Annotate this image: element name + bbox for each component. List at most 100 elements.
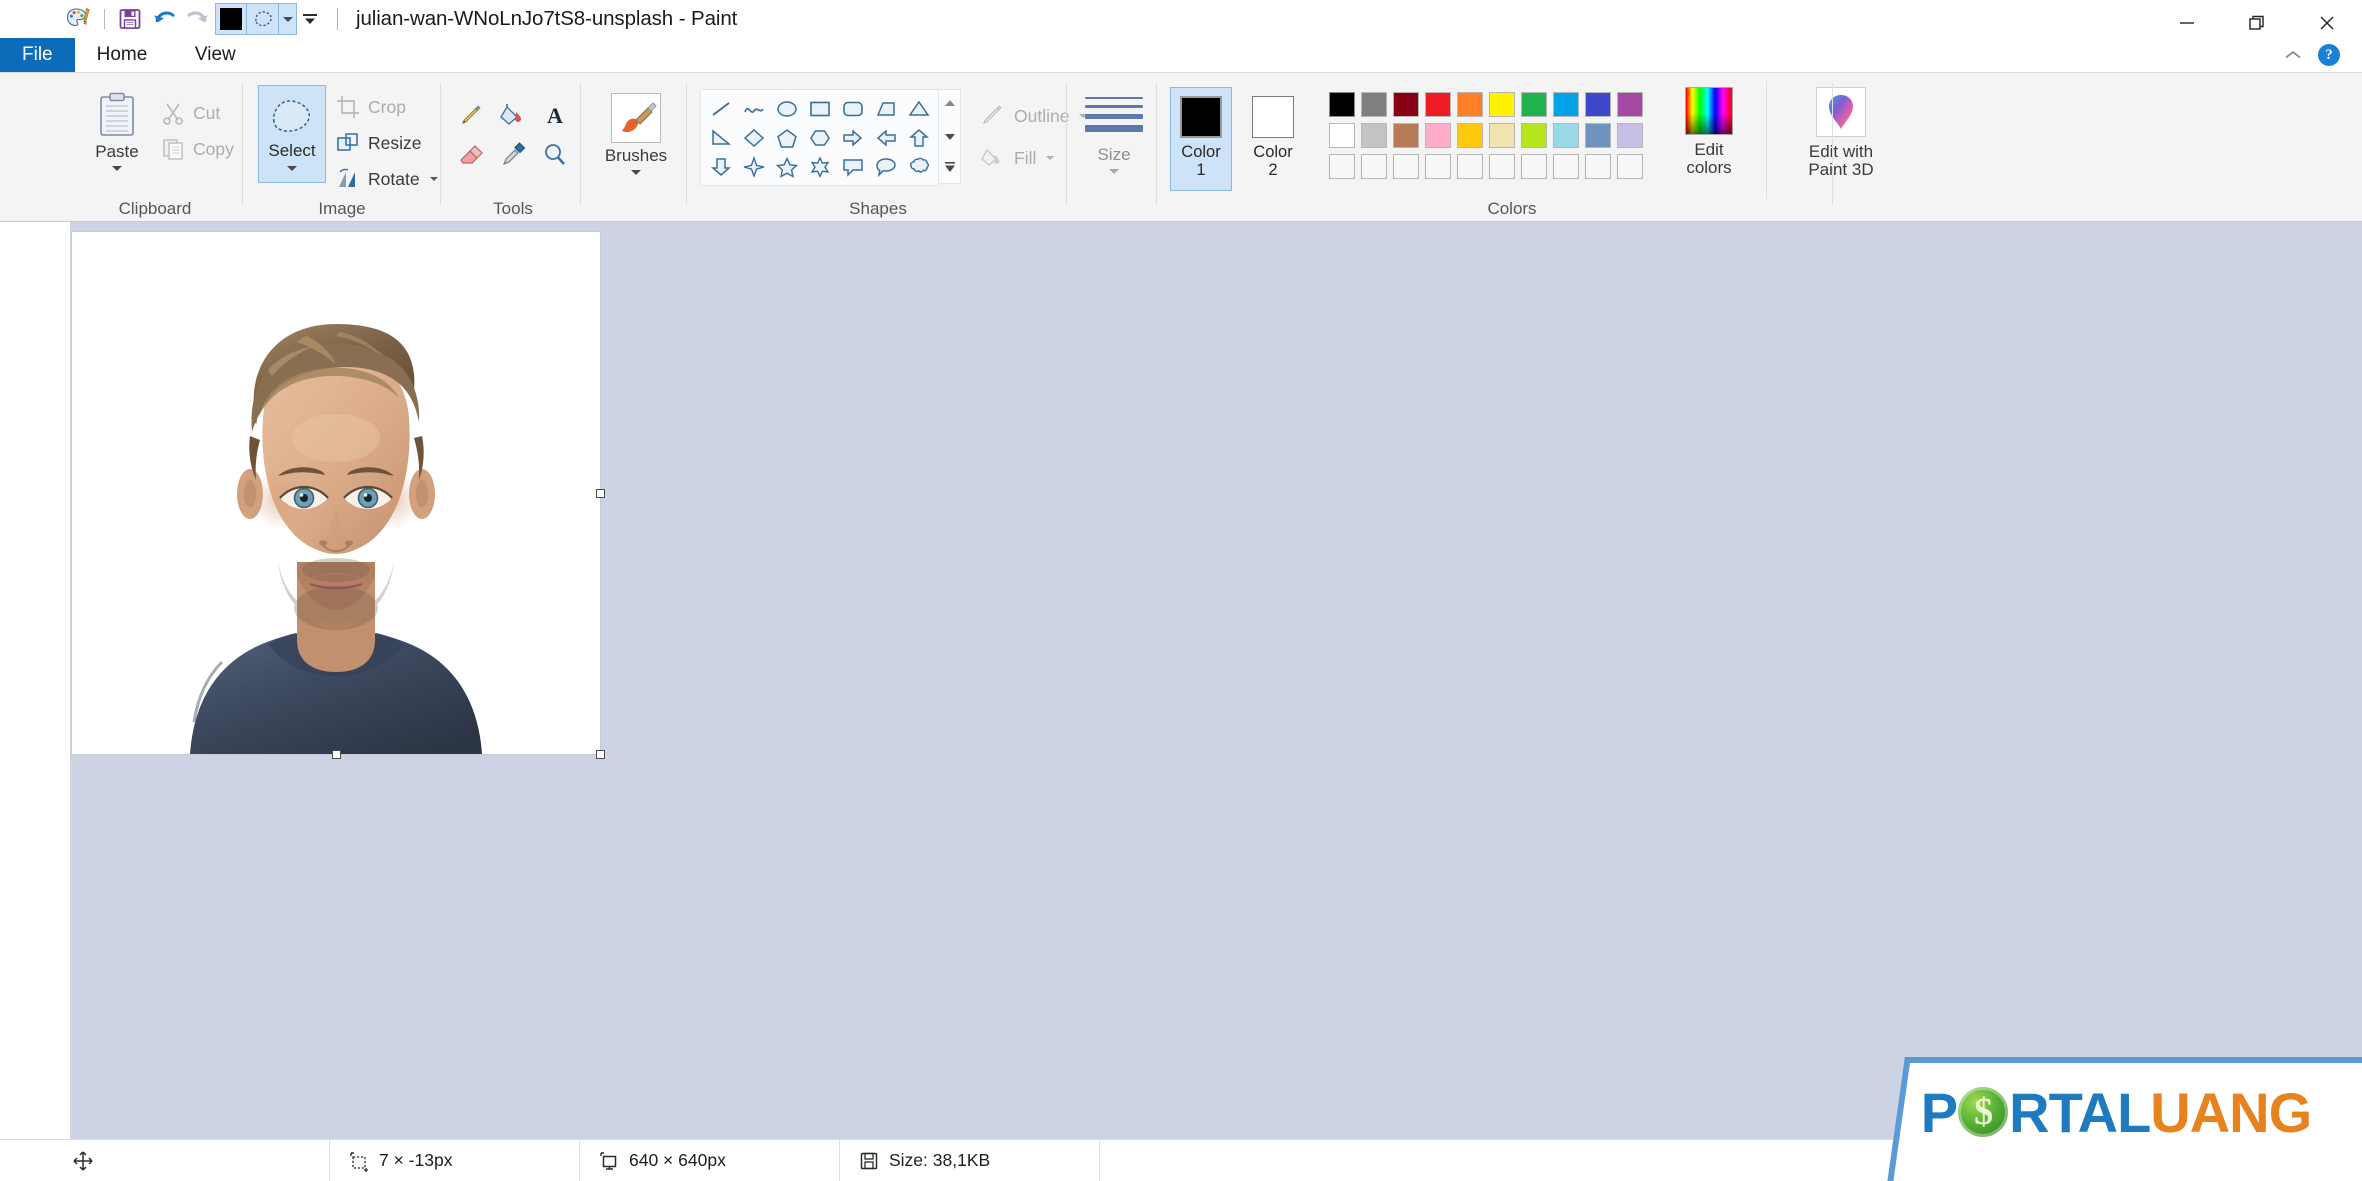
palette-swatch[interactable] [1358, 120, 1390, 151]
shapes-scroll-more-icon[interactable] [944, 160, 956, 178]
help-icon[interactable]: ? [2318, 44, 2340, 66]
shape-pentagon[interactable] [770, 123, 803, 152]
palette-swatch[interactable] [1454, 89, 1486, 120]
palette-swatch[interactable] [1454, 120, 1486, 151]
shape-left-arrow[interactable] [869, 123, 902, 152]
color-picker-tool-button[interactable] [492, 135, 534, 175]
resize-handle-right[interactable] [596, 489, 605, 498]
brushes-caret-icon[interactable] [631, 169, 641, 175]
shape-polygon[interactable] [869, 94, 902, 123]
save-icon[interactable] [113, 3, 147, 35]
paint-palette-icon[interactable] [62, 3, 96, 35]
palette-swatch[interactable] [1358, 151, 1390, 182]
shape-rectangle[interactable] [803, 94, 836, 123]
edit-colors-button[interactable]: Edit colors [1668, 87, 1750, 177]
palette-swatch[interactable] [1550, 151, 1582, 182]
resize-handle-bottom[interactable] [332, 750, 341, 759]
text-tool-button[interactable]: A [534, 95, 576, 135]
customize-qat-icon[interactable] [297, 3, 323, 35]
shape-six-point-star[interactable] [803, 152, 836, 181]
magnifier-tool-button[interactable] [534, 135, 576, 175]
palette-swatch[interactable] [1486, 151, 1518, 182]
eraser-tool-button[interactable] [450, 135, 492, 175]
canvas-workspace[interactable] [0, 222, 2362, 1139]
color2-button[interactable]: Color 2 [1242, 87, 1304, 180]
palette-swatch[interactable] [1454, 151, 1486, 182]
shape-triangle[interactable] [902, 94, 935, 123]
shape-cloud-callout[interactable] [902, 152, 935, 181]
shape-line[interactable] [704, 94, 737, 123]
shape-right-arrow[interactable] [836, 123, 869, 152]
palette-swatch[interactable] [1422, 89, 1454, 120]
shape-down-arrow[interactable] [704, 152, 737, 181]
palette-swatch[interactable] [1390, 89, 1422, 120]
shape-hexagon[interactable] [803, 123, 836, 152]
canvas-container[interactable] [72, 232, 605, 759]
quick-access-toolbar[interactable]: julian-wan-WNoLnJo7tS8-unsplash - Paint [0, 0, 737, 38]
edit-with-paint3d-button[interactable]: Edit with Paint 3D [1785, 87, 1897, 179]
palette-swatch[interactable] [1358, 89, 1390, 120]
shape-oval-callout[interactable] [869, 152, 902, 181]
chevron-up-icon[interactable] [2282, 44, 2304, 66]
palette-swatch[interactable] [1582, 89, 1614, 120]
palette-swatch[interactable] [1422, 120, 1454, 151]
rotate-button[interactable]: Rotate [335, 161, 438, 197]
shapes-scroll-down-icon[interactable] [944, 128, 956, 146]
qat-dropdown-icon[interactable] [279, 3, 297, 35]
shapes-gallery[interactable] [700, 89, 939, 186]
paste-caret-icon[interactable] [112, 165, 122, 171]
size-button[interactable]: Size [1080, 89, 1148, 174]
palette-swatch[interactable] [1326, 120, 1358, 151]
shape-curve[interactable] [737, 94, 770, 123]
shape-oval[interactable] [770, 94, 803, 123]
tab-view[interactable]: View [169, 38, 261, 72]
color1-button[interactable]: Color 1 [1170, 87, 1232, 191]
resize-button[interactable]: Resize [335, 125, 438, 161]
redo-icon[interactable] [181, 3, 215, 35]
shape-five-point-star[interactable] [770, 152, 803, 181]
palette-swatch[interactable] [1582, 120, 1614, 151]
rotate-caret-icon[interactable] [429, 177, 438, 181]
palette-swatch[interactable] [1486, 120, 1518, 151]
palette-swatch[interactable] [1326, 151, 1358, 182]
palette-swatch[interactable] [1326, 89, 1358, 120]
palette-swatch[interactable] [1550, 120, 1582, 151]
fill-tool-button[interactable] [492, 95, 534, 135]
image-canvas[interactable] [72, 232, 600, 754]
palette-swatch[interactable] [1390, 151, 1422, 182]
shapes-scroll-up-icon[interactable] [944, 95, 956, 113]
shape-up-arrow[interactable] [902, 123, 935, 152]
tab-home[interactable]: Home [75, 38, 170, 72]
palette-swatch[interactable] [1390, 120, 1422, 151]
shape-four-point-star[interactable] [737, 152, 770, 181]
color-palette[interactable] [1326, 89, 1646, 182]
palette-swatch[interactable] [1518, 151, 1550, 182]
palette-swatch[interactable] [1518, 120, 1550, 151]
tab-file[interactable]: File [0, 38, 75, 72]
shape-rectangular-callout[interactable] [836, 152, 869, 181]
undo-icon[interactable] [147, 3, 181, 35]
select-caret-icon[interactable] [287, 166, 297, 171]
palette-swatch[interactable] [1614, 151, 1646, 182]
ribbon-tab-tools[interactable]: ? [2282, 38, 2354, 72]
shape-rounded-rectangle[interactable] [836, 94, 869, 123]
shape-right-triangle[interactable] [704, 123, 737, 152]
shapes-scrollbar[interactable] [939, 89, 961, 184]
select-icon[interactable] [247, 3, 279, 35]
palette-swatch[interactable] [1614, 89, 1646, 120]
size-caret-icon[interactable] [1109, 168, 1119, 174]
palette-swatch[interactable] [1582, 151, 1614, 182]
palette-swatch[interactable] [1422, 151, 1454, 182]
palette-swatch[interactable] [1486, 89, 1518, 120]
select-tool-button[interactable]: Select [258, 85, 326, 183]
pencil-tool-button[interactable] [450, 95, 492, 135]
palette-swatch[interactable] [1550, 89, 1582, 120]
paste-button[interactable]: Paste [80, 83, 154, 171]
palette-swatch[interactable] [1518, 89, 1550, 120]
ribbon-tabs[interactable]: File Home View ? [0, 38, 2362, 72]
color-swatch-icon[interactable] [215, 3, 247, 35]
shape-diamond[interactable] [737, 123, 770, 152]
palette-swatch[interactable] [1614, 120, 1646, 151]
resize-handle-corner[interactable] [596, 750, 605, 759]
brushes-button[interactable]: Brushes [596, 85, 676, 175]
